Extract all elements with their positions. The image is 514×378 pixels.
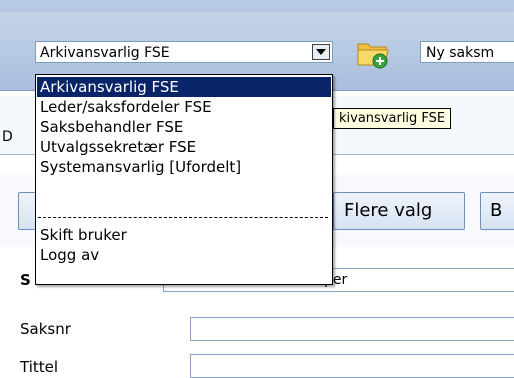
- role-option-caseworker[interactable]: Saksbehandler FSE: [37, 117, 331, 137]
- case-number-label: Saksnr: [20, 320, 71, 338]
- title-label: Tittel: [20, 358, 59, 376]
- role-option-committee-secretary[interactable]: Utvalgssekretær FSE: [37, 137, 331, 157]
- tab-label[interactable]: D: [2, 129, 13, 145]
- dropdown-separator: [38, 217, 328, 218]
- role-select-value: Arkivansvarlig FSE: [40, 45, 170, 61]
- toolbar-shine: [0, 0, 514, 12]
- title-field[interactable]: [190, 354, 514, 378]
- role-option-leader[interactable]: Leder/saksfordeler FSE: [37, 97, 331, 117]
- logout-option[interactable]: Logg av: [37, 245, 331, 265]
- role-option-archive[interactable]: Arkivansvarlig FSE: [37, 77, 331, 97]
- search-label: S: [20, 271, 31, 289]
- folder-add-icon[interactable]: [356, 36, 390, 70]
- role-dropdown-list: Arkivansvarlig FSE Leder/saksfordeler FS…: [35, 74, 333, 285]
- role-select[interactable]: Arkivansvarlig FSE: [35, 41, 333, 63]
- switch-user-option[interactable]: Skift bruker: [37, 225, 331, 245]
- new-case-select[interactable]: Ny saksm: [420, 41, 514, 63]
- chevron-down-icon[interactable]: [312, 44, 330, 60]
- more-options-button[interactable]: Flere valg: [333, 192, 465, 230]
- new-case-select-value: Ny saksm: [426, 45, 495, 61]
- role-tooltip: kivansvarlig FSE: [333, 108, 452, 129]
- case-number-field[interactable]: [190, 317, 514, 341]
- role-option-system-admin[interactable]: Systemansvarlig [Ufordelt]: [37, 157, 331, 177]
- partial-right-button[interactable]: B: [480, 192, 514, 230]
